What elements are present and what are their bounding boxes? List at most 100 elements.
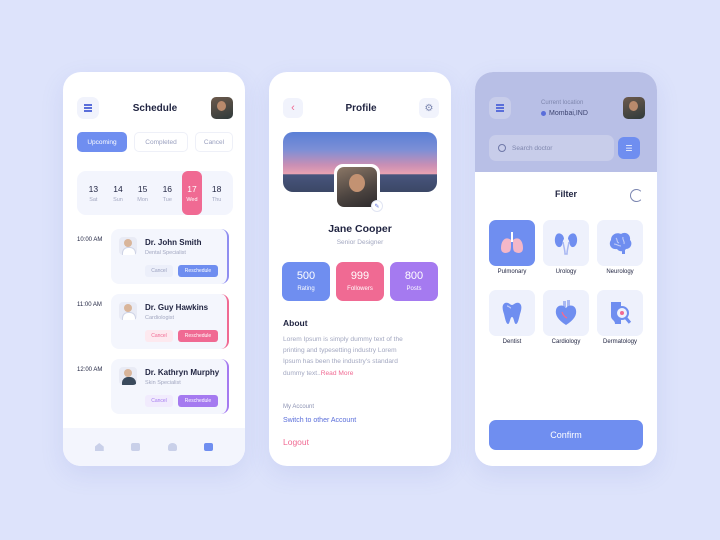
chevron-left-icon: ‹ xyxy=(291,102,295,114)
doctor-specialty: Cardiologist xyxy=(145,315,175,321)
date-strip: 13 Sat 14 Sun 15 Mon 16 Tue 17 Wed 18 Thu xyxy=(77,171,233,215)
appointment-time: 12:00 AM xyxy=(77,367,103,373)
bell-icon[interactable] xyxy=(167,443,177,451)
date-item-selected[interactable]: 17 Wed xyxy=(181,171,202,215)
profile-name: Jane Cooper xyxy=(328,223,392,235)
date-item[interactable]: 13 Sat xyxy=(83,173,103,213)
location-pin-icon xyxy=(541,111,546,116)
search-icon xyxy=(498,144,506,152)
category-label: Urology xyxy=(555,269,577,275)
switch-account-link[interactable]: Switch to other Account xyxy=(283,417,356,424)
about-line: printing and typesetting industry Lorem xyxy=(283,347,397,355)
bottom-nav xyxy=(63,428,245,466)
doctor-name: Dr. John Smith xyxy=(145,238,202,247)
reschedule-button[interactable]: Reschedule xyxy=(178,265,218,277)
filter-button[interactable]: ☰ xyxy=(618,137,640,159)
about-line: Ipsum has been the industry's standard xyxy=(283,358,398,366)
about-heading: About xyxy=(283,318,308,328)
profile-avatar[interactable]: ✎ xyxy=(334,164,383,212)
menu-button[interactable] xyxy=(77,97,99,119)
date-weekday: Sat xyxy=(89,196,98,203)
page-title: Schedule xyxy=(132,102,178,114)
reschedule-button[interactable]: Reschedule xyxy=(178,395,218,407)
stat-value: 500 xyxy=(296,270,316,282)
stat-posts[interactable]: 800 Posts xyxy=(390,262,438,301)
read-more-link[interactable]: Read More xyxy=(321,370,354,377)
menu-icon xyxy=(496,107,504,109)
doctor-avatar xyxy=(119,367,137,385)
chat-icon[interactable] xyxy=(131,443,141,451)
location-text: Mombai,IND xyxy=(549,110,588,117)
category-neurology[interactable] xyxy=(597,220,643,266)
about-text: Lorem Ipsum is simply dummy text of the … xyxy=(283,334,438,379)
menu-icon xyxy=(84,107,92,109)
avatar[interactable] xyxy=(211,97,233,119)
reset-icon[interactable] xyxy=(630,189,643,202)
home-icon[interactable] xyxy=(94,443,104,451)
date-weekday: Mon xyxy=(137,196,148,203)
kidney-icon xyxy=(554,233,578,255)
edit-avatar-button[interactable]: ✎ xyxy=(371,200,383,212)
appointment-card[interactable]: Dr. Guy Hawkins Cardiologist Cancel Resc… xyxy=(111,294,229,349)
category-dermatology[interactable] xyxy=(597,290,643,336)
calendar-icon[interactable] xyxy=(204,443,214,451)
cancel-button[interactable]: Cancel xyxy=(145,265,173,277)
stat-rating[interactable]: 500 Rating xyxy=(282,262,330,301)
doctor-name: Dr. Guy Hawkins xyxy=(145,303,209,312)
brain-icon xyxy=(609,232,632,254)
category-label: Pulmonary xyxy=(497,269,527,275)
date-number: 13 xyxy=(88,183,99,194)
category-label: Dentist xyxy=(502,339,522,345)
date-item[interactable]: 18 Thu xyxy=(207,173,227,213)
date-item[interactable]: 16 Tue xyxy=(157,173,177,213)
appointment-time: 11:00 AM xyxy=(77,302,102,308)
heart-icon xyxy=(555,300,577,325)
settings-button[interactable]: ⚙ xyxy=(419,98,439,118)
about-line: Lorem Ipsum is simply dummy text of the xyxy=(283,336,403,343)
date-number: 14 xyxy=(113,183,123,194)
profile-role: Senior Designer xyxy=(336,239,384,246)
search-input[interactable]: Search doctor xyxy=(489,135,614,161)
category-urology[interactable] xyxy=(543,220,589,266)
confirm-button[interactable]: Confirm xyxy=(489,420,643,450)
date-weekday: Thu xyxy=(211,196,222,203)
tab-cancel[interactable]: Cancel xyxy=(195,132,233,152)
doctor-specialty: Skin Specialist xyxy=(145,380,181,386)
logout-button[interactable]: Logout xyxy=(283,437,309,447)
account-heading: My Account xyxy=(283,404,315,410)
tooth-icon xyxy=(502,302,522,324)
stat-followers[interactable]: 999 Followers xyxy=(336,262,384,301)
reschedule-button[interactable]: Reschedule xyxy=(178,330,218,342)
date-number: 16 xyxy=(162,183,173,194)
date-number: 15 xyxy=(137,183,148,194)
avatar-photo xyxy=(337,167,377,207)
doctor-specialty: Dental Specialist xyxy=(145,250,186,256)
tab-upcoming[interactable]: Upcoming xyxy=(77,132,127,152)
date-item[interactable]: 14 Sun xyxy=(108,173,128,213)
cancel-button[interactable]: Cancel xyxy=(145,395,173,407)
appointment-card[interactable]: Dr. John Smith Dental Specialist Cancel … xyxy=(111,229,229,284)
filter-screen: Current location Mombai,IND Search docto… xyxy=(475,72,657,466)
gear-icon: ⚙ xyxy=(424,102,434,114)
category-label: Dermatology xyxy=(602,339,637,345)
skin-magnifier-icon xyxy=(611,302,632,324)
menu-button[interactable] xyxy=(489,97,511,119)
tab-completed[interactable]: Completed xyxy=(134,132,188,152)
appointment-card[interactable]: Dr. Kathryn Murphy Skin Specialist Cance… xyxy=(111,359,229,414)
cancel-button[interactable]: Cancel xyxy=(145,330,173,342)
avatar[interactable] xyxy=(623,97,645,119)
back-button[interactable]: ‹ xyxy=(283,98,303,118)
category-pulmonary[interactable] xyxy=(489,220,535,266)
category-dentist[interactable] xyxy=(489,290,535,336)
doctor-avatar xyxy=(119,237,137,255)
doctor-name: Dr. Kathryn Murphy xyxy=(145,368,220,377)
date-number: 18 xyxy=(211,183,222,194)
date-number: 17 xyxy=(187,183,197,194)
stat-label: Followers xyxy=(347,286,373,292)
category-cardiology[interactable] xyxy=(543,290,589,336)
date-item[interactable]: 15 Mon xyxy=(133,173,153,213)
date-weekday: Wed xyxy=(186,196,198,203)
pencil-icon: ✎ xyxy=(374,203,380,210)
location-value[interactable]: Mombai,IND xyxy=(541,110,588,117)
search-placeholder: Search doctor xyxy=(512,144,553,152)
